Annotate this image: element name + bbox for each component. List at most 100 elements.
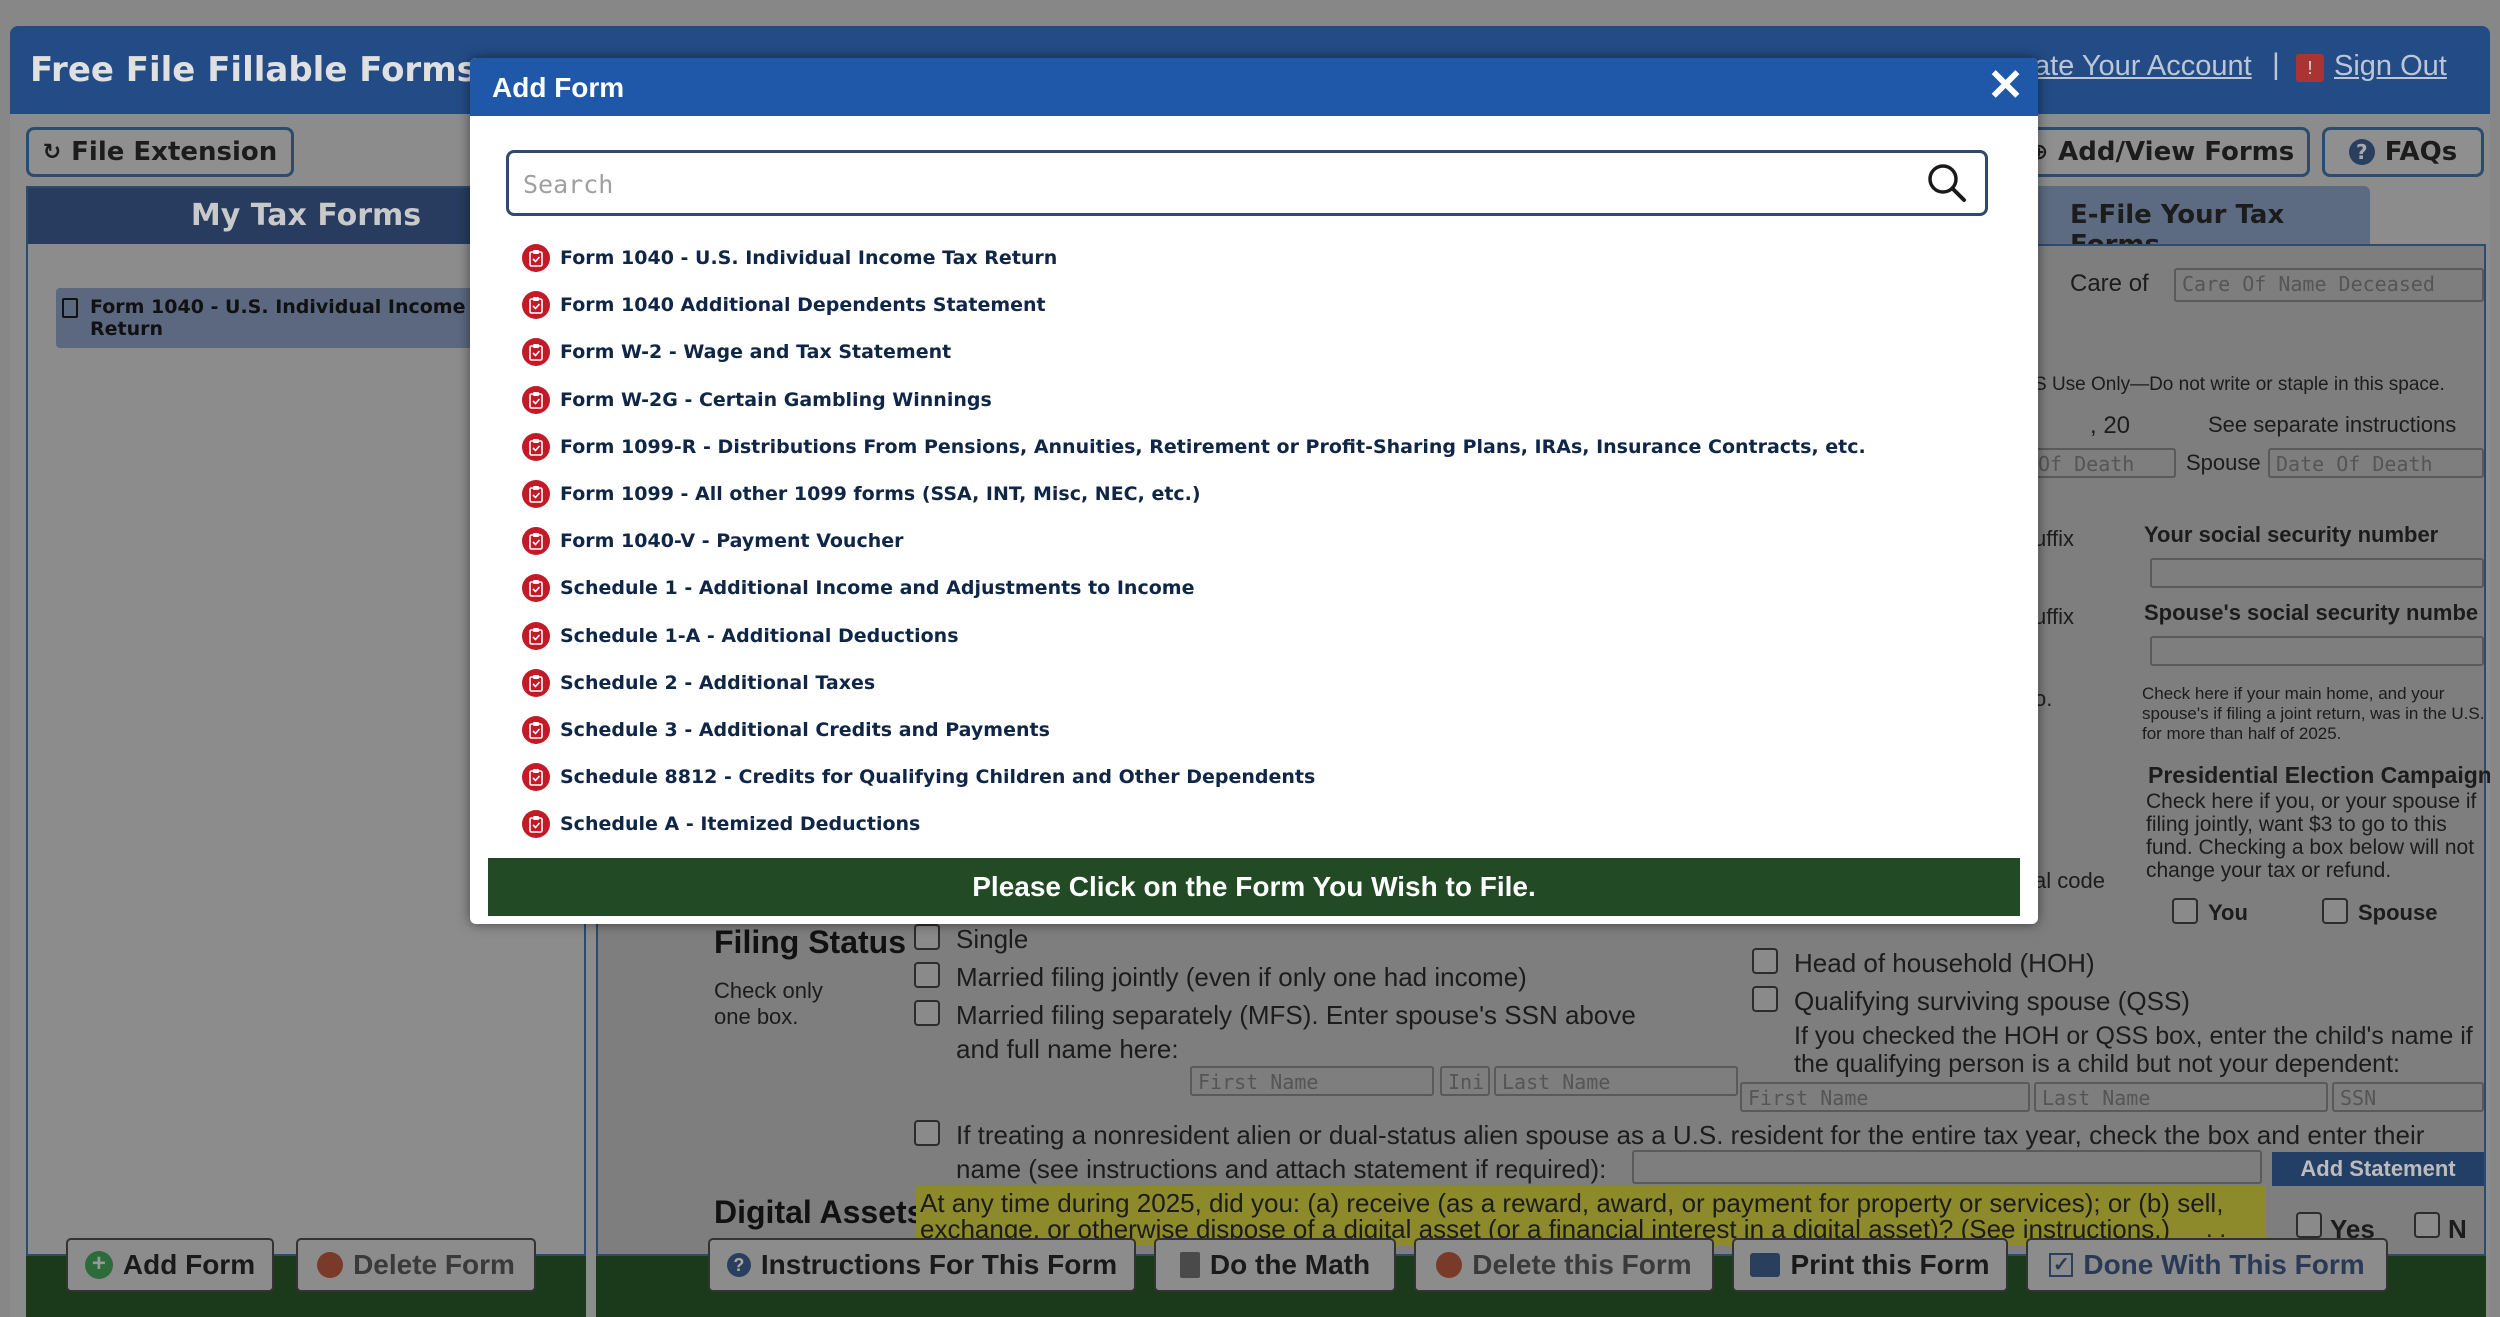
do-the-math-button[interactable]: Do the Math [1154,1238,1396,1292]
child-first-name-input[interactable]: First Name [1740,1082,2030,1112]
qss-label: Qualifying surviving spouse (QSS) [1794,986,2190,1016]
done-with-form-button[interactable]: ✓ Done With This Form [2026,1238,2388,1292]
form-list-item-label: Schedule 8812 - Credits for Qualifying C… [560,766,1316,789]
digital-no-label: N [2448,1214,2467,1244]
child-last-name-input[interactable]: Last Name [2034,1082,2328,1112]
clipboard-icon [522,810,550,839]
add-form-modal: Add Form ✕ Form 1040 - U.S. Individual I… [470,58,2038,924]
form-list-item[interactable]: Form 1040 Additional Dependents Statemen… [522,291,1982,340]
delete-form-button[interactable]: Delete Form [296,1238,536,1292]
form-list-item-label: Form W-2G - Certain Gambling Winnings [560,388,992,411]
mfj-checkbox[interactable] [914,962,940,988]
calculator-icon [1179,1252,1200,1278]
form-list-item[interactable]: Form W-2G - Certain Gambling Winnings [522,385,1982,435]
spouse-label: Spouse [2186,450,2261,475]
form-list-item[interactable]: Form 1099 - All other 1099 forms (SSA, I… [522,479,1982,529]
update-account-link[interactable]: ate Your Account [2034,50,2252,83]
clipboard-icon [522,385,550,414]
add-form-button[interactable]: + Add Form [66,1238,274,1292]
form-list-item[interactable]: Schedule 3 - Additional Credits and Paym… [522,715,1982,765]
mfs-initial-input[interactable]: Ini [1440,1066,1490,1096]
postal-code-label: al code [2034,868,2105,893]
clipboard-icon [522,763,550,792]
care-of-input[interactable]: Care Of Name Deceased [2174,268,2484,302]
pec-spouse-checkbox[interactable] [2322,898,2348,924]
nonresident-name-input[interactable] [1632,1150,2262,1184]
modal-header: Add Form ✕ [470,58,2038,116]
done-with-form-label: Done With This Form [2083,1249,2365,1280]
add-view-forms-label: Add/View Forms [2058,137,2295,167]
tab-efile[interactable]: E-File Your Tax Forms [2030,186,2370,260]
ssn-input[interactable] [2150,558,2484,588]
mfs-checkbox[interactable] [914,1000,940,1026]
date-of-death-input[interactable]: Of Death [2030,448,2176,478]
mfj-label: Married filing jointly (even if only one… [956,962,1527,992]
file-extension-button[interactable]: ↻ File Extension [26,127,294,177]
form-list-item[interactable]: Form W-2 - Wage and Tax Statement [522,338,1982,387]
checkbox-icon: ✓ [2049,1253,2074,1277]
add-statement-button[interactable]: Add Statement [2272,1152,2484,1186]
form-list-item[interactable]: Schedule 2 - Additional Taxes [522,668,1982,718]
single-checkbox[interactable] [914,924,940,950]
clipboard-icon [522,338,550,367]
form-list-item[interactable]: Form 1040 - U.S. Individual Income Tax R… [522,244,1982,293]
search-input[interactable] [523,167,1903,201]
faqs-button[interactable]: ? FAQs [2322,127,2484,177]
faqs-label: FAQs [2384,137,2458,167]
clipboard-icon [522,291,550,320]
mfs-last-name-input[interactable]: Last Name [1494,1066,1738,1096]
form-list-item-label: Form 1040 - U.S. Individual Income Tax R… [560,247,1058,269]
form-list-item-label: Form 1040 Additional Dependents Statemen… [560,294,1046,317]
spouse-ssn-input[interactable] [2150,636,2484,666]
spouse-date-of-death-input[interactable]: Date Of Death [2268,448,2484,478]
sign-out-link[interactable]: Sign Out [2334,50,2447,83]
instructions-button[interactable]: ? Instructions For This Form [708,1238,1136,1292]
screen-backdrop: Free File Fillable Forms ate Your Accoun… [0,0,2500,1317]
form-list-item[interactable]: Schedule A - Itemized Deductions [522,810,1982,859]
form-list-item-label: Form 1040-V - Payment Voucher [560,530,904,553]
nonresident-line-1: If treating a nonresident alien or dual-… [956,1120,2425,1150]
form-list-item-label: Form W-2 - Wage and Tax Statement [560,341,952,364]
print-form-button[interactable]: Print this Form [1732,1238,2008,1292]
search-icon[interactable] [1925,161,1969,205]
pec-you-label: You [2208,900,2248,925]
ssn-label: Your social security number [2144,522,2439,547]
digital-assets-heading: Digital Assets [714,1194,925,1230]
single-label: Single [956,924,1029,954]
form-list-item[interactable]: Form 1099-R - Distributions From Pension… [522,432,1982,482]
pec-you-checkbox[interactable] [2172,898,2198,924]
nonresident-line-2: name (see instructions and attach statem… [956,1154,1607,1184]
add-view-forms-button[interactable]: ⊕ Add/View Forms [2014,127,2310,177]
mfs-first-name-input[interactable]: First Name [1190,1066,1434,1096]
form-list-item-label: Form 1099-R - Distributions From Pension… [560,435,1866,458]
document-icon [62,298,78,318]
form-list-item[interactable]: Form 1040-V - Payment Voucher [522,527,1982,576]
digital-no-checkbox[interactable] [2414,1212,2440,1238]
digital-yes-checkbox[interactable] [2296,1212,2322,1238]
clipboard-icon [522,527,550,556]
search-box [506,150,1988,216]
qss-checkbox[interactable] [1752,986,1778,1012]
main-home-text: Check here if your main home, and your s… [2142,684,2485,743]
help-icon: ? [2348,139,2375,165]
do-the-math-label: Do the Math [1209,1249,1371,1280]
filing-status-heading: Filing Status [714,924,906,960]
spouse-ssn-label: Spouse's social security numbe [2144,600,2479,625]
close-icon[interactable]: ✕ [1987,64,2024,108]
app-title: Free File Fillable Forms [30,50,477,90]
child-ssn-input[interactable]: SSN [2332,1082,2484,1112]
minus-circle-icon [1436,1252,1463,1278]
pec-title: Presidential Election Campaign [2148,762,2490,788]
form-list-item[interactable]: Schedule 1-A - Additional Deductions [522,621,1982,671]
form-list-item[interactable]: Schedule 8812 - Credits for Qualifying C… [522,763,1982,812]
form-list-item[interactable]: Schedule 1 - Additional Income and Adjus… [522,574,1982,623]
my-tax-form-label: Form 1040 - U.S. Individual Income T Ret… [90,296,486,340]
form-list-item-label: Schedule 1-A - Additional Deductions [560,624,959,647]
nonresident-checkbox[interactable] [914,1120,940,1146]
print-form-label: Print this Form [1790,1249,1990,1280]
full-name-label: and full name here: [956,1034,1179,1064]
printer-icon [1750,1253,1781,1277]
delete-this-form-button[interactable]: Delete this Form [1414,1238,1714,1292]
hoh-checkbox[interactable] [1752,948,1778,974]
year-suffix: , 20 [2090,412,2131,439]
